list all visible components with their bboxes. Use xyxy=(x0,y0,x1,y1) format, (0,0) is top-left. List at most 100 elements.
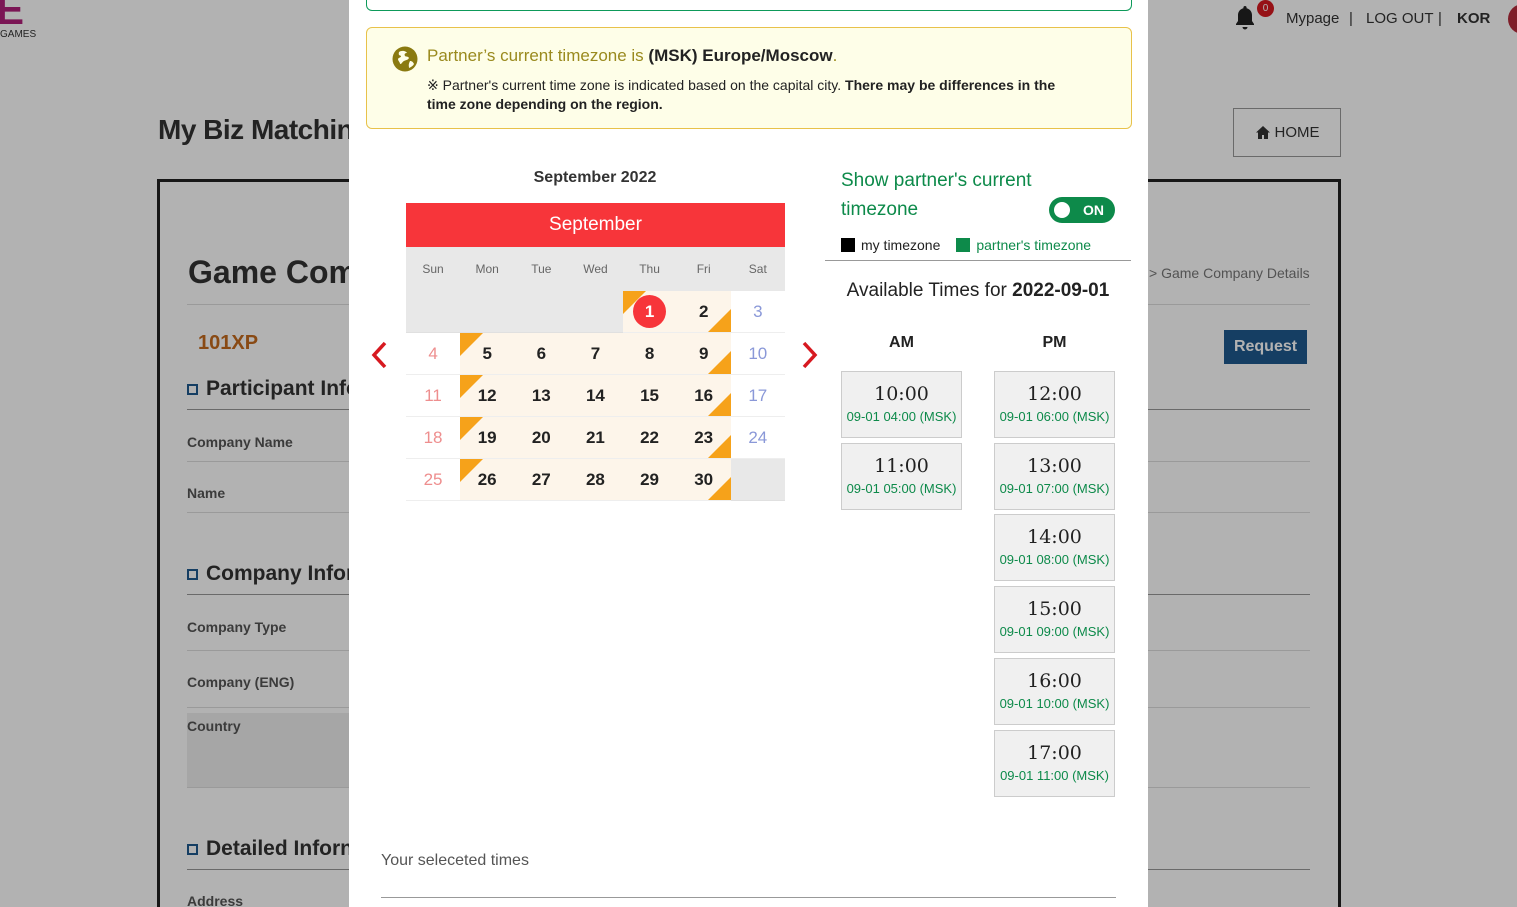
nav-mypage[interactable]: Mypage xyxy=(1286,10,1339,27)
available-times-heading: Available Times for 2022-09-01 xyxy=(825,280,1131,302)
available-date: 2022-09-01 xyxy=(1012,280,1110,301)
company-short-name: 101XP xyxy=(198,332,259,354)
calendar-day-number: 3 xyxy=(753,301,763,321)
calendar-day-number: 21 xyxy=(585,427,605,447)
weekday-header: Sun Mon Tue Wed Thu Fri Sat xyxy=(406,247,785,291)
calendar-day-number: 28 xyxy=(585,469,605,489)
field-label: Country xyxy=(187,718,241,734)
nav-logout[interactable]: LOG OUT xyxy=(1366,10,1434,27)
calendar-day-30[interactable]: 30 xyxy=(676,459,731,501)
weekday-label: Wed xyxy=(583,262,608,276)
site-logo-sub: GAMES xyxy=(0,29,37,40)
timezone-prefix: Partner’s current timezone is xyxy=(427,46,649,65)
field-label: Name xyxy=(187,485,226,501)
calendar-day-19[interactable]: 19 xyxy=(460,417,515,459)
calendar-day-number: 1 xyxy=(633,295,667,328)
participant-info-header: Participant Info xyxy=(187,377,359,401)
nav-separator: | xyxy=(1438,10,1442,27)
calendar-day-7[interactable]: 7 xyxy=(568,333,623,375)
calendar-day-17[interactable]: 17 xyxy=(730,375,785,417)
calendar-day-10[interactable]: 10 xyxy=(730,333,785,375)
home-button[interactable]: HOME xyxy=(1233,108,1341,157)
calendar-day-18[interactable]: 18 xyxy=(406,417,461,459)
calendar-day-26[interactable]: 26 xyxy=(460,459,515,501)
bell-icon[interactable] xyxy=(1233,4,1257,32)
time-slot-button[interactable]: 12:00 09-01 06:00 (MSK) xyxy=(994,371,1115,438)
calendar-month-bar: September xyxy=(406,203,785,247)
calendar-day-25[interactable]: 25 xyxy=(406,459,461,501)
next-month-button[interactable] xyxy=(795,340,825,370)
weekday-label: Thu xyxy=(639,262,660,276)
calendar-day-6[interactable]: 6 xyxy=(514,333,569,375)
square-bullet-icon xyxy=(187,383,198,395)
calendar-day-number: 8 xyxy=(644,343,655,363)
calendar-day-23[interactable]: 23 xyxy=(676,417,731,459)
weekday-label: Sat xyxy=(748,262,767,276)
slot-local-time: 14:00 xyxy=(1027,526,1082,549)
profile-badge[interactable] xyxy=(1508,4,1517,34)
calendar-day-15[interactable]: 15 xyxy=(622,375,677,417)
calendar-day-3[interactable]: 3 xyxy=(730,291,785,333)
timezone-notice: Partner’s current timezone is (MSK) Euro… xyxy=(366,27,1132,129)
time-slot-button[interactable]: 16:00 09-01 10:00 (MSK) xyxy=(994,657,1115,725)
calendar-day-8[interactable]: 8 xyxy=(622,333,677,375)
calendar-day-number: 19 xyxy=(477,427,497,447)
availability-marker xyxy=(460,333,484,356)
nav-language[interactable]: KOR xyxy=(1457,10,1490,27)
divider xyxy=(381,897,1116,898)
calendar-day-21[interactable]: 21 xyxy=(568,417,623,459)
slot-local-time: 11:00 xyxy=(874,454,929,477)
calendar-day-number: 20 xyxy=(531,427,551,447)
calendar-day-number: 26 xyxy=(477,469,497,489)
time-slot-button[interactable]: 15:00 09-01 09:00 (MSK) xyxy=(994,586,1115,654)
calendar-day-number: 2 xyxy=(698,301,709,321)
time-slot-button[interactable]: 17:00 09-01 11:00 (MSK) xyxy=(994,729,1115,797)
calendar-day-number: 14 xyxy=(585,385,605,405)
field-label: Company (ENG) xyxy=(187,674,295,690)
calendar-day-9[interactable]: 9 xyxy=(676,333,731,375)
calendar-day-5[interactable]: 5 xyxy=(460,333,515,375)
calendar-day-12[interactable]: 12 xyxy=(460,375,515,417)
field-label: Address xyxy=(187,893,244,907)
slot-local-time: 13:00 xyxy=(1027,454,1082,477)
field-label: Company Type xyxy=(187,619,287,635)
calendar-day-16[interactable]: 16 xyxy=(676,375,731,417)
calendar-day-14[interactable]: 14 xyxy=(568,375,623,417)
calendar-day-number: 5 xyxy=(482,343,492,363)
pm-header: PM xyxy=(1042,334,1067,351)
calendar-day-20[interactable]: 20 xyxy=(514,417,569,459)
weekday-label: Fri xyxy=(696,262,711,276)
calendar-day-number: 12 xyxy=(477,385,497,405)
calendar-day-22[interactable]: 22 xyxy=(622,417,677,459)
partner-timezone: (MSK) Europe/Moscow xyxy=(648,46,833,65)
my-timezone-label: my timezone xyxy=(861,237,941,253)
time-slot-button[interactable]: 13:00 09-01 07:00 (MSK) xyxy=(994,442,1115,510)
time-slot-button[interactable]: 10:00 09-01 04:00 (MSK) xyxy=(841,371,962,438)
company-info-header: Company Infor xyxy=(187,562,354,586)
partner-timezone-toggle[interactable]: ON xyxy=(1049,197,1115,223)
calendar-day-28[interactable]: 28 xyxy=(568,459,623,501)
slot-local-time: 12:00 xyxy=(1027,383,1082,405)
request-button[interactable]: Request xyxy=(1224,330,1307,364)
calendar-empty-cell xyxy=(514,291,569,333)
prev-month-button[interactable] xyxy=(364,340,394,370)
time-slot-button[interactable]: 11:00 09-01 05:00 (MSK) xyxy=(841,442,962,510)
weekday-label: Sun xyxy=(422,262,444,276)
selected-times-label: Your seleceted times xyxy=(381,852,529,869)
calendar-day-13[interactable]: 13 xyxy=(514,375,569,417)
calendar-day-2[interactable]: 2 xyxy=(676,291,731,333)
calendar-title: September 2022 xyxy=(533,169,657,186)
calendar-grid: 1 2 3 4 5 6 7 8 9 10 11 12 13 14 15 16 17 18 19 20 21 22 23 24 2… xyxy=(406,291,785,501)
slot-local-time: 15:00 xyxy=(1027,598,1082,621)
calendar-day-number: 30 xyxy=(694,469,714,489)
calendar-day-1[interactable]: 1 xyxy=(622,291,677,333)
calendar-day-4[interactable]: 4 xyxy=(406,333,461,375)
time-slot-button[interactable]: 14:00 09-01 08:00 (MSK) xyxy=(994,514,1115,582)
show-partner-timezone-label: Show partner's current timezone xyxy=(841,170,1032,220)
calendar-day-24[interactable]: 24 xyxy=(730,417,785,459)
timezone-heading: Partner’s current timezone is (MSK) Euro… xyxy=(427,46,837,66)
calendar-day-27[interactable]: 27 xyxy=(514,459,569,501)
calendar-day-29[interactable]: 29 xyxy=(622,459,677,501)
calendar-day-11[interactable]: 11 xyxy=(406,375,461,417)
home-button-label: HOME xyxy=(1274,124,1320,141)
